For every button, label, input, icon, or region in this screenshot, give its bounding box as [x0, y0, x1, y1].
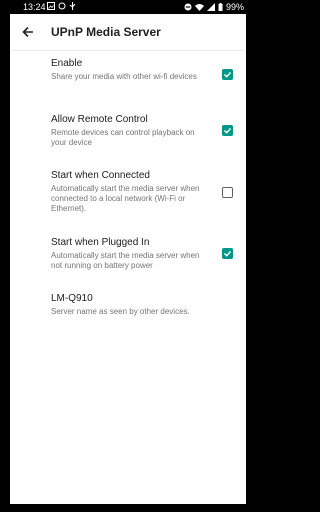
back-button[interactable]	[16, 20, 40, 44]
pref-enable[interactable]: Enable Share your media with other wi-fi…	[51, 58, 236, 82]
allow-remote-control-checkbox[interactable]	[222, 125, 233, 136]
pref-title: Allow Remote Control	[51, 114, 148, 125]
image-icon	[47, 2, 55, 10]
enable-checkbox[interactable]	[222, 69, 233, 80]
pref-title: Start when Connected	[51, 170, 150, 181]
pref-title: Start when Plugged In	[51, 237, 150, 248]
page-title: UPnP Media Server	[51, 25, 161, 39]
pref-start-when-connected[interactable]: Start when Connected Automatically start…	[51, 170, 236, 214]
check-icon	[223, 250, 232, 257]
sync-icon	[58, 2, 66, 10]
status-left-icons	[47, 2, 76, 10]
do-not-disturb-icon	[184, 3, 192, 11]
pref-start-when-plugged-in[interactable]: Start when Plugged In Automatically star…	[51, 237, 236, 271]
check-icon	[223, 71, 232, 78]
pref-summary: Remote devices can control playback on y…	[51, 128, 195, 147]
usb-icon	[69, 2, 76, 10]
pref-server-name[interactable]: LM-Q910 Server name as seen by other dev…	[51, 293, 236, 317]
start-when-plugged-in-checkbox[interactable]	[222, 248, 233, 259]
pref-summary: Automatically start the media server whe…	[51, 184, 200, 213]
arrow-back-icon	[22, 26, 33, 38]
start-when-connected-checkbox[interactable]	[222, 187, 233, 198]
pref-summary: Share your media with other wi-fi device…	[51, 72, 197, 81]
pref-summary: Automatically start the media server whe…	[51, 251, 200, 270]
status-right-icons: 99%	[184, 2, 244, 12]
pref-allow-remote-control[interactable]: Allow Remote Control Remote devices can …	[51, 114, 236, 148]
pref-title: LM-Q910	[51, 293, 93, 304]
pref-title: Enable	[51, 58, 83, 69]
app-bar: UPnP Media Server	[10, 14, 246, 51]
status-time: 13:24	[23, 2, 46, 12]
signal-icon	[206, 3, 215, 11]
check-icon	[223, 127, 232, 134]
navigation-bar	[0, 504, 256, 512]
settings-screen: UPnP Media Server Enable Share your medi…	[10, 14, 246, 504]
pref-summary: Server name as seen by other devices.	[51, 307, 190, 316]
wifi-icon	[194, 4, 204, 11]
battery-percent: 99%	[225, 2, 244, 12]
status-bar: 13:24 99%	[0, 0, 256, 14]
battery-icon	[218, 3, 223, 11]
